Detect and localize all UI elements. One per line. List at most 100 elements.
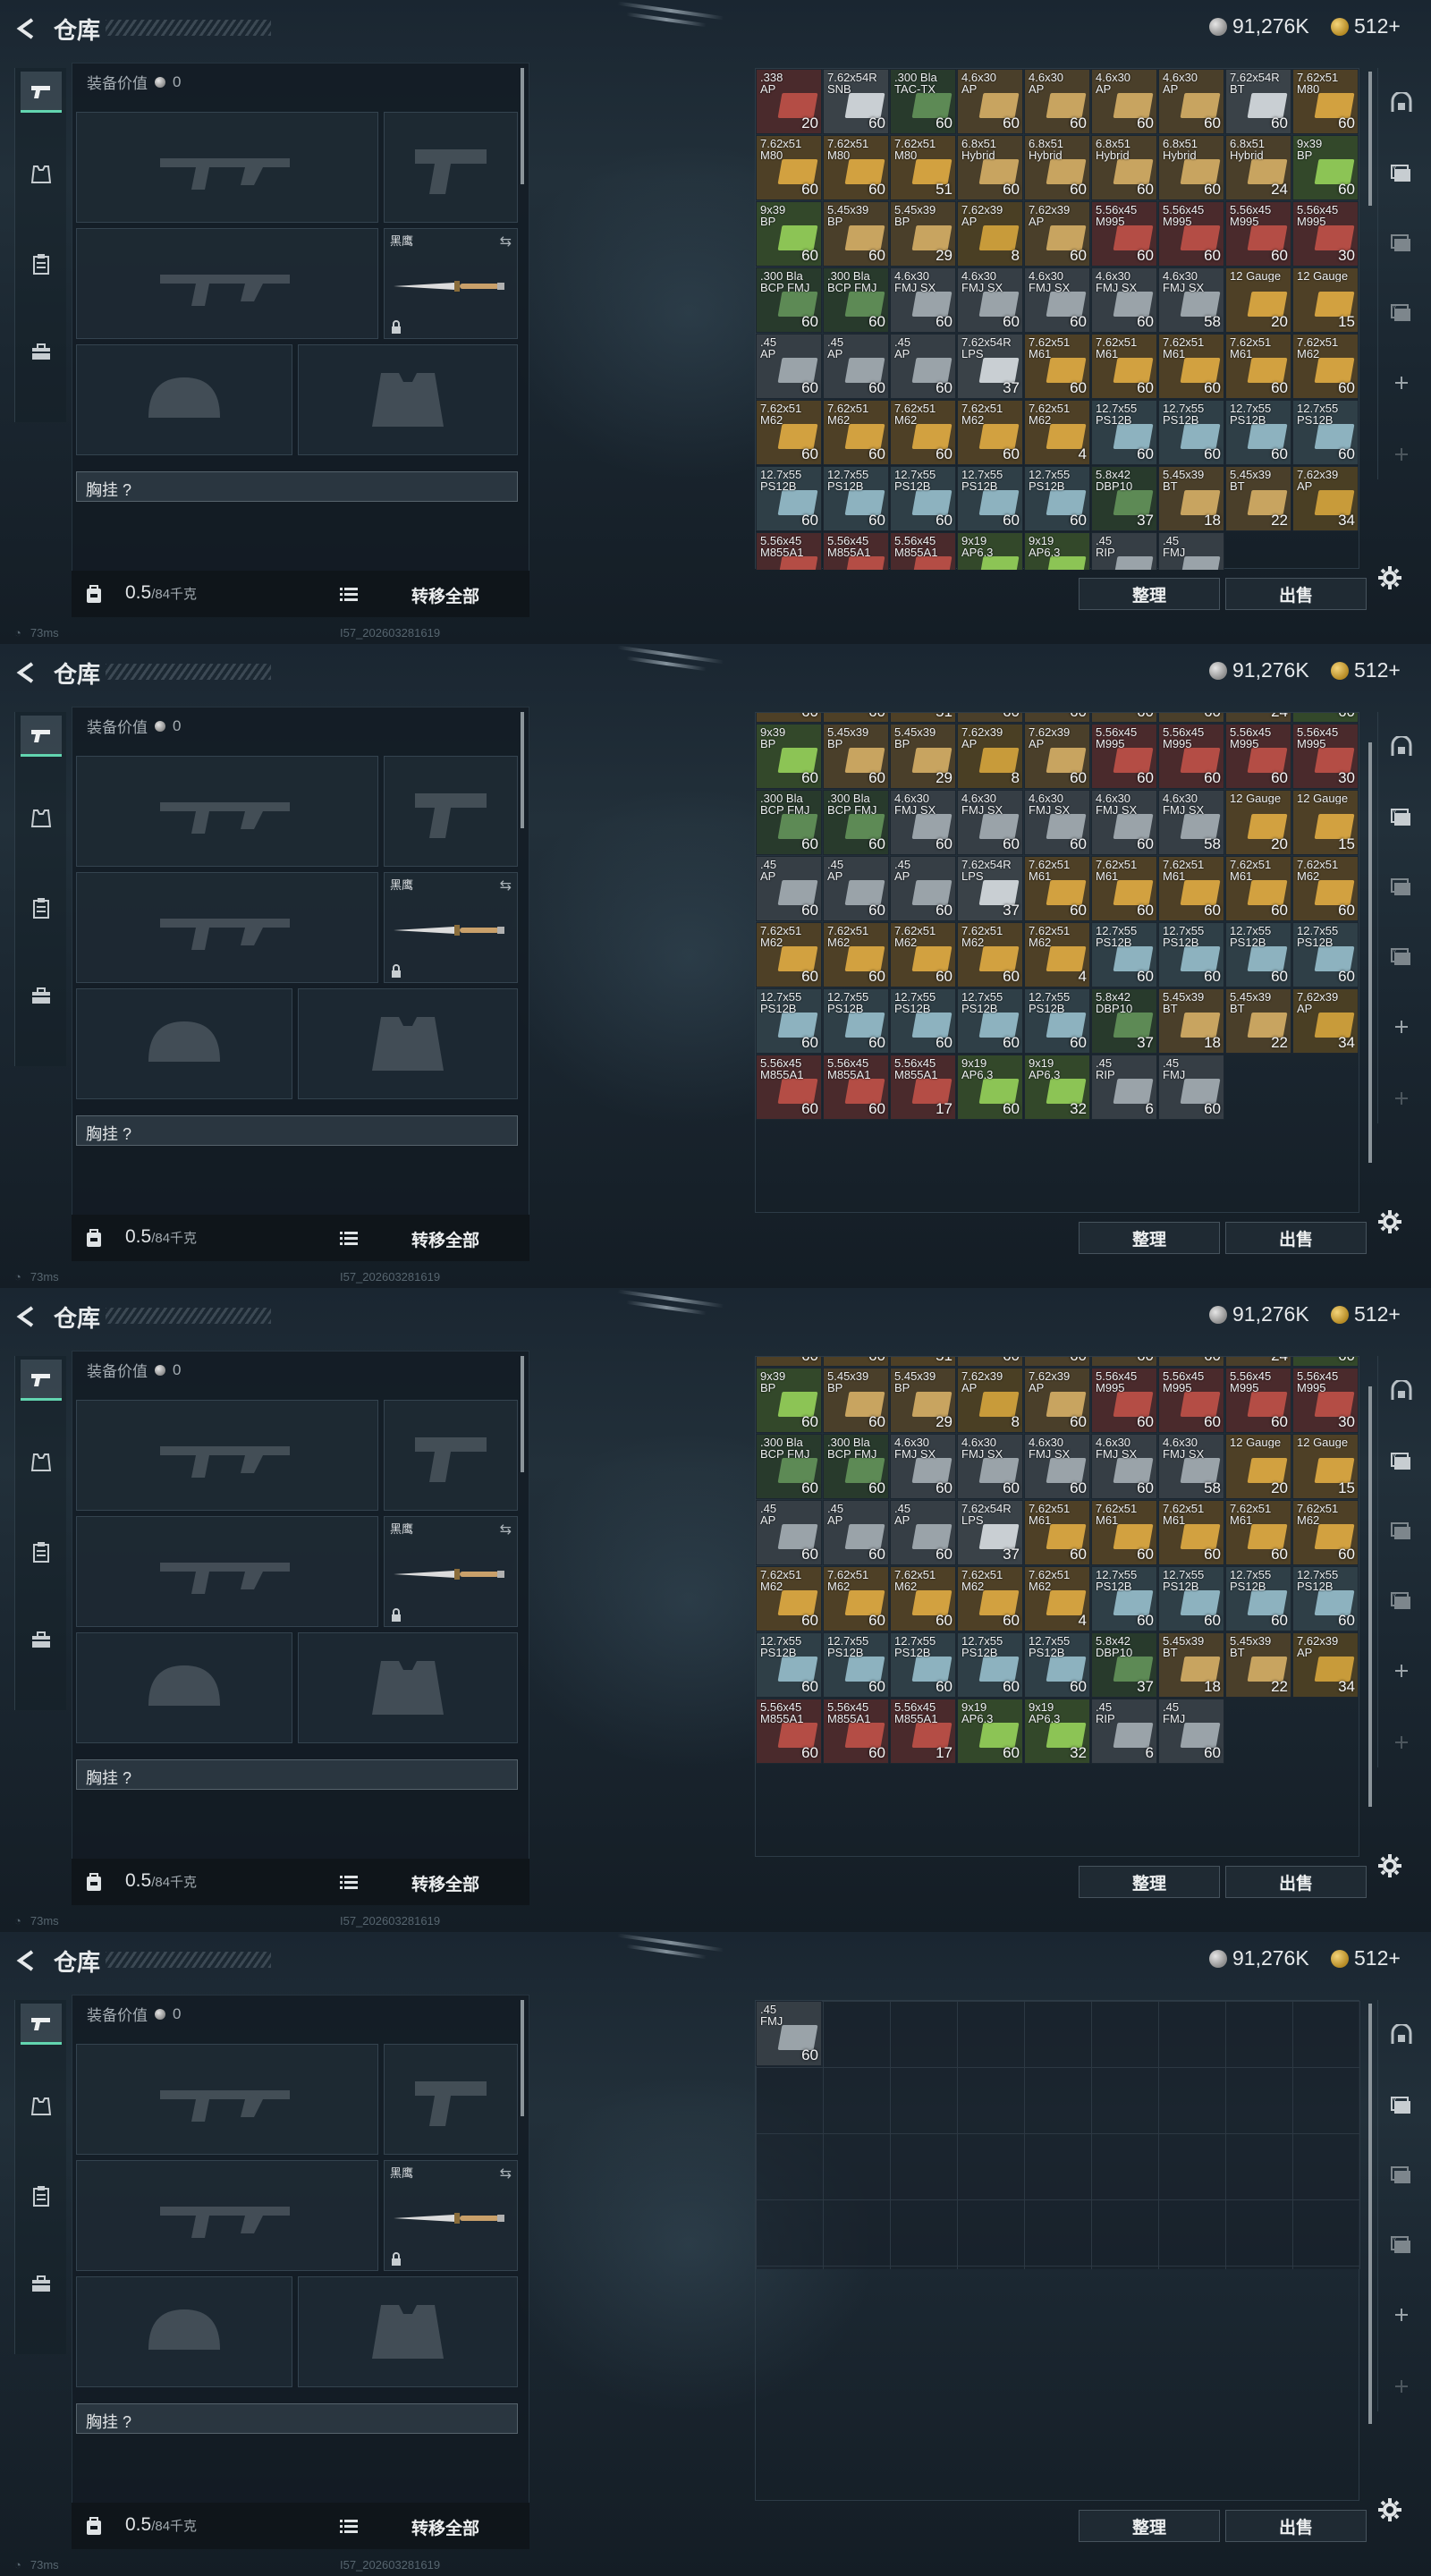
stash-item[interactable]: 7.62x51 M62 60 <box>957 922 1023 987</box>
stash-item[interactable]: 5.8x42 DBP10 37 <box>1091 988 1157 1054</box>
rail-stash-3[interactable]: IV <box>1384 1583 1419 1619</box>
stash-item[interactable]: 4.6x30 FMJ SX 58 <box>1158 1434 1224 1499</box>
stash-item[interactable]: 7.62x51 M62 60 <box>890 1566 956 1631</box>
rail-safe[interactable] <box>1384 1374 1419 1410</box>
rail-add-button[interactable] <box>1384 1653 1419 1689</box>
stash-item[interactable]: .300 Bla BCP FMJ 60 <box>756 790 822 855</box>
stash-item[interactable]: 7.62x51 M62 60 <box>756 922 822 987</box>
stash-item[interactable]: 6.8x51 Hybrid 60 <box>957 1357 1023 1367</box>
stash-item[interactable]: 7.62x51 M80 60 <box>823 1357 889 1367</box>
helmet-slot[interactable] <box>76 344 292 455</box>
stash-item[interactable]: 9x19 AP6.3 60 <box>957 532 1023 570</box>
stash-item[interactable]: 5.56x45 M995 60 <box>1091 1368 1157 1433</box>
stash-item[interactable]: 12.7x55 PS12B 60 <box>890 988 956 1054</box>
stash-item[interactable]: 12.7x55 PS12B 60 <box>756 466 822 531</box>
stash-item[interactable]: 12 Gauge 20 <box>1225 790 1291 855</box>
stash-item[interactable]: 7.62x51 M62 60 <box>756 400 822 465</box>
stash-item[interactable]: 7.62x51 M62 4 <box>1024 922 1090 987</box>
nav-weapons[interactable] <box>21 2004 62 2045</box>
stash-item[interactable]: .45 FMJ 60 <box>756 2001 822 2066</box>
stash-item[interactable]: 4.6x30 FMJ SX 58 <box>1158 267 1224 333</box>
stash-item[interactable]: .45 AP 60 <box>890 1500 956 1565</box>
stash-item[interactable]: 7.62x54R SNB 60 <box>823 69 889 134</box>
gold-currency[interactable]: 512+ <box>1331 1946 1401 1970</box>
stash-item[interactable]: 12 Gauge 15 <box>1292 1434 1359 1499</box>
rail-stash-2[interactable] <box>1384 225 1419 261</box>
stash-item[interactable]: 5.45x39 BP 29 <box>890 201 956 267</box>
transfer-all-button[interactable]: 转移全部 <box>411 583 479 607</box>
stash-item[interactable]: 12.7x55 PS12B 60 <box>957 1632 1023 1698</box>
stash-item[interactable]: 9x39 BP 60 <box>1292 135 1359 200</box>
stash-item[interactable]: 4.6x30 FMJ SX 60 <box>890 267 956 333</box>
gold-currency[interactable]: 512+ <box>1331 14 1401 38</box>
stash-item[interactable]: 7.62x51 M61 60 <box>1158 1500 1224 1565</box>
stash-item[interactable]: .45 RIP 6 <box>1091 1699 1157 1764</box>
rail-add-button[interactable] <box>1384 365 1419 401</box>
stash-item[interactable]: .45 RIP 6 <box>1091 1055 1157 1120</box>
stash-item[interactable]: 5.56x45 M995 60 <box>1158 724 1224 789</box>
stash-item[interactable]: 5.8x42 DBP10 37 <box>1091 1632 1157 1698</box>
stash-item[interactable]: 7.62x39 AP 8 <box>957 201 1023 267</box>
stash-item[interactable]: .300 Bla TAC-TX 60 <box>890 69 956 134</box>
stash-item[interactable]: 7.62x39 AP 34 <box>1292 1632 1359 1698</box>
stash-item[interactable]: 4.6x30 AP 60 <box>1024 69 1090 134</box>
melee-slot[interactable]: 黑鹰 ⇆ <box>384 228 518 339</box>
rail-stash-2[interactable] <box>1384 1513 1419 1549</box>
stash-item[interactable]: 7.62x51 M62 60 <box>756 1566 822 1631</box>
stash-item[interactable]: 12.7x55 PS12B 60 <box>1292 922 1359 987</box>
stash-item[interactable]: 4.6x30 FMJ SX 60 <box>957 790 1023 855</box>
stash-item[interactable]: 7.62x51 M62 60 <box>890 922 956 987</box>
stash-item[interactable]: 7.62x51 M62 60 <box>823 1566 889 1631</box>
stash-item[interactable]: 12.7x55 PS12B 60 <box>1091 400 1157 465</box>
stash-item[interactable]: 9x39 BP 60 <box>1292 1357 1359 1367</box>
rail-add-button[interactable] <box>1384 1009 1419 1045</box>
stash-item[interactable]: 4.6x30 FMJ SX 60 <box>1024 790 1090 855</box>
stash-item[interactable]: 7.62x51 M80 51 <box>890 135 956 200</box>
equipment-scrollbar[interactable] <box>521 2000 524 2116</box>
stash-item[interactable]: 5.56x45 M995 60 <box>1225 1368 1291 1433</box>
armor-slot[interactable] <box>298 1632 518 1743</box>
stash-item[interactable]: 7.62x51 M62 4 <box>1024 400 1090 465</box>
stash-item[interactable]: .300 Bla BCP FMJ 60 <box>756 267 822 333</box>
stash-item[interactable]: 5.56x45 M855A1 17 <box>890 532 956 570</box>
swap-icon[interactable]: ⇆ <box>500 877 512 894</box>
back-button[interactable] <box>13 1303 39 1330</box>
stash-item[interactable]: 9x39 BP 60 <box>756 1368 822 1433</box>
stash-item[interactable]: .45 AP 60 <box>823 334 889 399</box>
stash-item[interactable]: 7.62x39 AP 60 <box>1024 724 1090 789</box>
rail-add-button[interactable] <box>1384 1724 1419 1760</box>
stash-item[interactable]: 7.62x51 M80 51 <box>890 713 956 723</box>
stash-item[interactable]: 6.8x51 Hybrid 60 <box>1158 713 1224 723</box>
stash-item[interactable]: .45 AP 60 <box>756 1500 822 1565</box>
nav-armor[interactable] <box>21 2086 62 2127</box>
nav-clipboard[interactable] <box>21 887 62 928</box>
chest-rig-slot[interactable]: 胸挂 ? <box>76 471 518 502</box>
settings-button[interactable] <box>1377 2497 1413 2533</box>
stash-item[interactable]: 7.62x54R LPS 37 <box>957 856 1023 921</box>
helmet-slot[interactable] <box>76 1632 292 1743</box>
stash-item[interactable]: 9x39 BP 60 <box>756 724 822 789</box>
primary-weapon-slot[interactable] <box>76 2044 378 2155</box>
rail-safe[interactable] <box>1384 86 1419 122</box>
rail-stash-2[interactable] <box>1384 2157 1419 2193</box>
stash-item[interactable]: 9x19 AP6.3 32 <box>1024 1699 1090 1764</box>
stash-item[interactable]: 12.7x55 PS12B 60 <box>890 466 956 531</box>
stash-item[interactable]: 7.62x54R LPS 37 <box>957 334 1023 399</box>
secondary-weapon-slot[interactable] <box>76 228 378 339</box>
chest-rig-slot[interactable]: 胸挂 ? <box>76 2403 518 2434</box>
stash-item[interactable]: 5.8x42 DBP10 37 <box>1091 466 1157 531</box>
stash-scrollbar[interactable] <box>1368 742 1372 1163</box>
stash-item[interactable]: 7.62x51 M62 60 <box>823 922 889 987</box>
stash-item[interactable]: 7.62x51 M62 60 <box>823 400 889 465</box>
stash-item[interactable]: 5.45x39 BT 18 <box>1158 988 1224 1054</box>
stash-item[interactable]: 6.8x51 Hybrid 60 <box>1024 135 1090 200</box>
stash-item[interactable]: .45 AP 60 <box>890 334 956 399</box>
stash-item[interactable]: 7.62x51 M61 60 <box>1158 856 1224 921</box>
stash-item[interactable]: 5.56x45 M855A1 60 <box>756 1699 822 1764</box>
nav-armor[interactable] <box>21 154 62 195</box>
stash-item[interactable]: .338 AP 20 <box>756 69 822 134</box>
stash-item[interactable]: 7.62x51 M61 60 <box>1091 856 1157 921</box>
stash-item[interactable]: 7.62x51 M80 60 <box>756 713 822 723</box>
stash-item[interactable]: 12 Gauge 20 <box>1225 267 1291 333</box>
stash-item[interactable]: 9x19 AP6.3 60 <box>957 1055 1023 1120</box>
